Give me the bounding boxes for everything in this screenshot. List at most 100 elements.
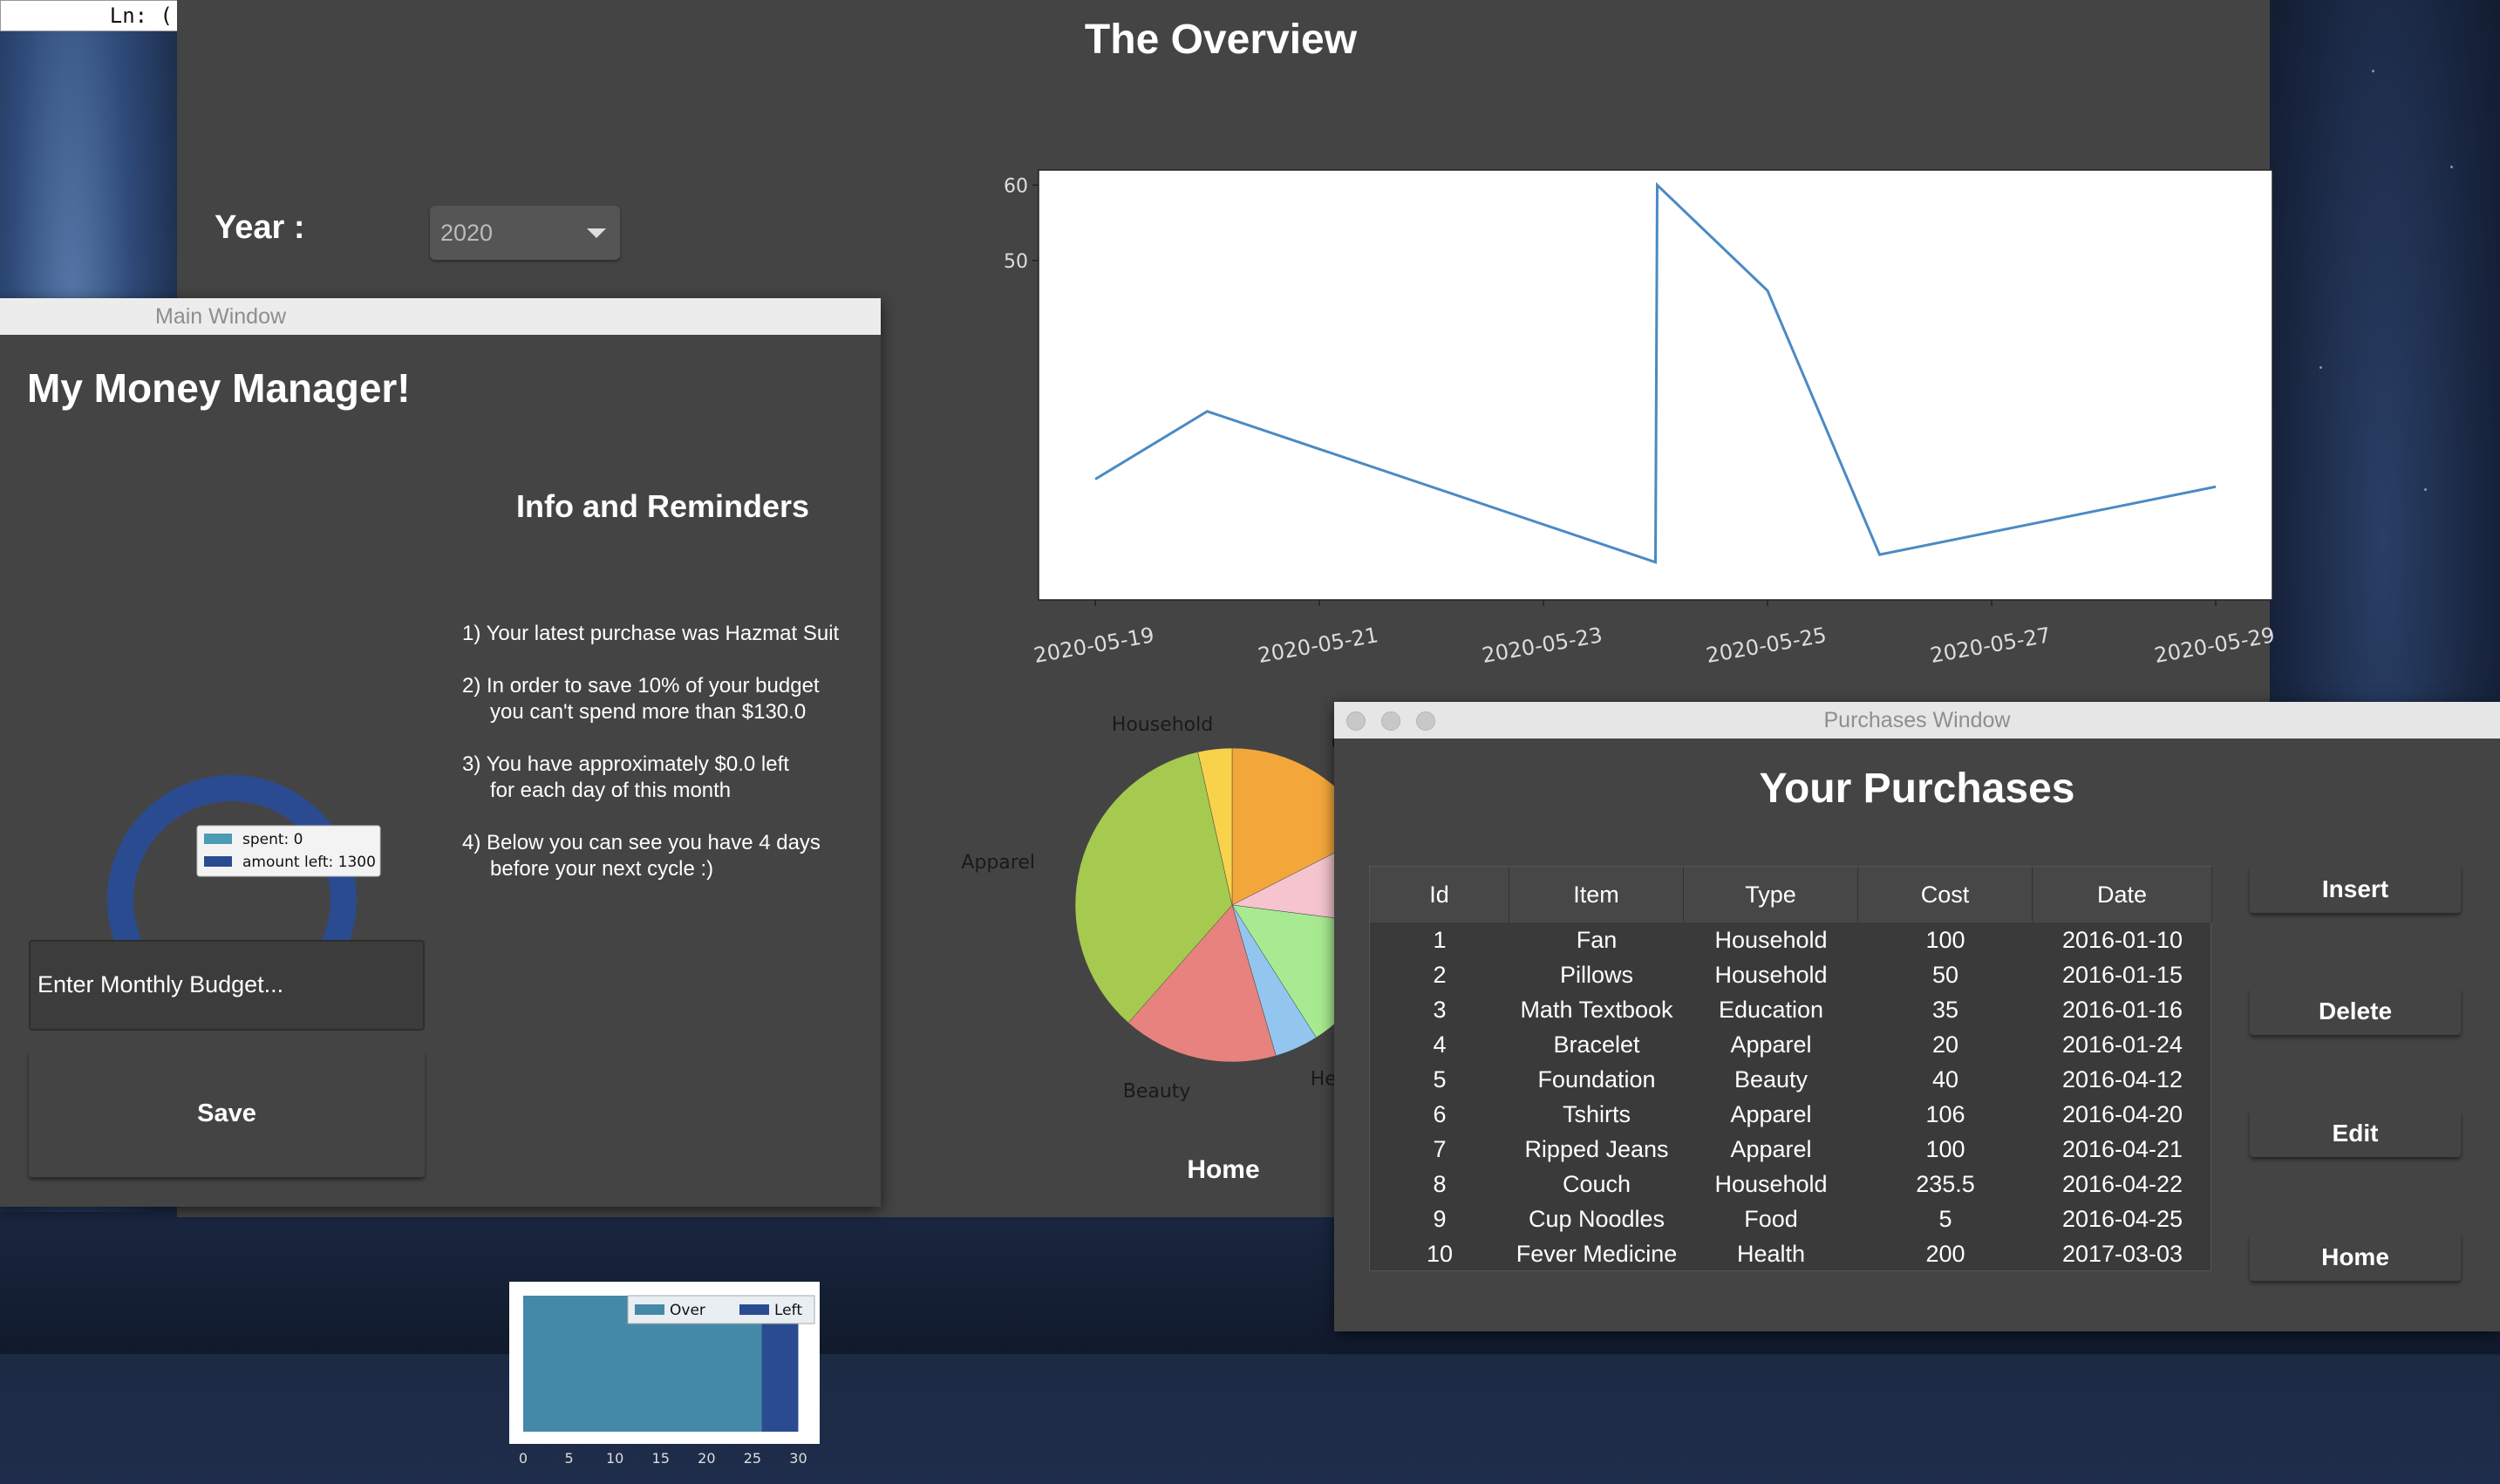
save-button[interactable]: Save (29, 1050, 425, 1177)
table-cell: Foundation (1509, 1062, 1684, 1097)
table-cell: 2017-03-03 (2033, 1236, 2212, 1271)
x-tick-label: 30 (789, 1450, 807, 1467)
reminder-line: 1) Your latest purchase was Hazmat Suit (462, 621, 872, 647)
table-cell: 2016-01-15 (2033, 957, 2212, 992)
table-row[interactable]: 6TshirtsApparel1062016-04-20 (1370, 1097, 2212, 1132)
chevron-down-icon (587, 228, 606, 238)
info-title: Info and Reminders (453, 488, 872, 525)
table-row[interactable]: 8CouchHousehold235.52016-04-22 (1370, 1167, 2212, 1201)
table-cell: 3 (1370, 992, 1509, 1027)
table-cell: 4 (1370, 1027, 1509, 1062)
column-header[interactable]: Cost (1858, 867, 2033, 922)
pie-label: Household (1112, 714, 1213, 736)
overview-title: The Overview (177, 16, 2265, 64)
year-dropdown[interactable]: 2020 (430, 206, 620, 260)
x-tick-label: 2020-05-25 (1704, 623, 1828, 668)
year-value: 2020 (440, 220, 493, 246)
cycle-bar-chart: OverLeft051015202530 (497, 978, 846, 1484)
table-cell: 2016-01-24 (2033, 1027, 2212, 1062)
x-tick-label: 2020-05-27 (1928, 623, 2052, 668)
table-cell: 40 (1858, 1062, 2033, 1097)
x-tick-label: 25 (744, 1450, 761, 1467)
table-cell: Math Textbook (1509, 992, 1684, 1027)
purchases-window-titlebar[interactable]: Purchases Window (1334, 702, 2500, 739)
table-cell: 2016-04-22 (2033, 1167, 2212, 1201)
table-row[interactable]: 2PillowsHousehold502016-01-15 (1370, 957, 2212, 992)
y-tick-label: 50 (1004, 251, 1028, 273)
table-row[interactable]: 7Ripped JeansApparel1002016-04-21 (1370, 1132, 2212, 1167)
x-tick-label: 2020-05-19 (1032, 623, 1155, 668)
table-cell: 1 (1370, 922, 1509, 957)
table-cell: 5 (1370, 1062, 1509, 1097)
legend-label: Left (774, 1302, 802, 1319)
table-cell: 2016-01-10 (2033, 922, 2212, 957)
purchases-home-button[interactable]: Home (2250, 1234, 2461, 1281)
reminder-line: for each day of this month (462, 778, 872, 804)
table-cell: 7 (1370, 1132, 1509, 1167)
reminder-line: you can't spend more than $130.0 (462, 699, 872, 725)
main-window: Main Window My Money Manager! spent: 0am… (0, 298, 881, 1207)
table-row[interactable]: 9Cup NoodlesFood52016-04-25 (1370, 1201, 2212, 1236)
overview-home-button[interactable]: Home (1154, 1155, 1293, 1185)
table-cell: 100 (1858, 922, 2033, 957)
table-cell: Household (1684, 1167, 1858, 1201)
y-tick-label: 60 (1004, 175, 1028, 197)
table-cell: 100 (1858, 1132, 2033, 1167)
star (2450, 166, 2453, 168)
legend-swatch (635, 1304, 664, 1315)
table-cell: 10 (1370, 1236, 1509, 1271)
main-window-title: Main Window (155, 298, 286, 335)
monthly-budget-input[interactable]: Enter Monthly Budget... (29, 940, 425, 1031)
table-cell: 20 (1858, 1027, 2033, 1062)
table-cell: Beauty (1684, 1062, 1858, 1097)
reminder-item: 3) You have approximately $0.0 leftfor e… (462, 752, 872, 804)
x-tick-label: 10 (606, 1450, 623, 1467)
table-cell: 235.5 (1858, 1167, 2033, 1201)
table-row[interactable]: 1FanHousehold1002016-01-10 (1370, 922, 2212, 957)
legend-swatch (204, 834, 232, 844)
column-header[interactable]: Item (1509, 867, 1684, 922)
table-cell: Fever Medicine (1509, 1236, 1684, 1271)
insert-button[interactable]: Insert (2250, 866, 2461, 913)
table-row[interactable]: 4BraceletApparel202016-01-24 (1370, 1027, 2212, 1062)
table-cell: Bracelet (1509, 1027, 1684, 1062)
column-header[interactable]: Id (1370, 867, 1509, 922)
table-row[interactable]: 10Fever MedicineHealth2002017-03-03 (1370, 1236, 2212, 1271)
delete-button[interactable]: Delete (2250, 988, 2461, 1035)
reminder-line: before your next cycle :) (462, 856, 872, 882)
column-header[interactable]: Type (1684, 867, 1858, 922)
table-cell: Apparel (1684, 1097, 1858, 1132)
spending-line-chart: 50602020-05-192020-05-212020-05-232020-0… (805, 157, 2287, 680)
edit-button[interactable]: Edit (2250, 1110, 2461, 1157)
table-cell: 106 (1858, 1097, 2033, 1132)
table-cell: 8 (1370, 1167, 1509, 1201)
purchases-window-title: Purchases Window (1824, 708, 2011, 732)
year-label: Year : (215, 209, 305, 247)
x-tick-label: 20 (698, 1450, 715, 1467)
purchases-title: Your Purchases (1334, 765, 2500, 813)
table-row[interactable]: 5FoundationBeauty402016-04-12 (1370, 1062, 2212, 1097)
column-header[interactable]: Date (2033, 867, 2212, 922)
purchases-table[interactable]: IdItemTypeCostDate 1FanHousehold1002016-… (1369, 866, 2211, 1271)
budget-placeholder: Enter Monthly Budget... (37, 971, 283, 997)
table-cell: 35 (1858, 992, 2033, 1027)
x-tick-label: 0 (519, 1450, 528, 1467)
table-cell: Couch (1509, 1167, 1684, 1201)
star (2424, 488, 2427, 491)
x-tick-label: 5 (564, 1450, 573, 1467)
table-cell: 9 (1370, 1201, 1509, 1236)
table-cell: 2016-01-16 (2033, 992, 2212, 1027)
reminder-line: 3) You have approximately $0.0 left (462, 752, 872, 778)
star (2372, 70, 2374, 72)
editor-status-bar: Ln: ( (0, 0, 179, 31)
app-title: My Money Manager! (27, 364, 411, 412)
minimize-window-button[interactable] (1381, 711, 1400, 731)
reminder-item: 1) Your latest purchase was Hazmat Suit (462, 621, 872, 647)
x-tick-label: 15 (652, 1450, 670, 1467)
table-row[interactable]: 3Math TextbookEducation352016-01-16 (1370, 992, 2212, 1027)
main-window-titlebar[interactable]: Main Window (0, 298, 881, 335)
zoom-window-button[interactable] (1416, 711, 1435, 731)
close-window-button[interactable] (1346, 711, 1366, 731)
pie-label: Beauty (1123, 1081, 1191, 1103)
purchases-window: Purchases Window Your Purchases IdItemTy… (1334, 702, 2500, 1331)
